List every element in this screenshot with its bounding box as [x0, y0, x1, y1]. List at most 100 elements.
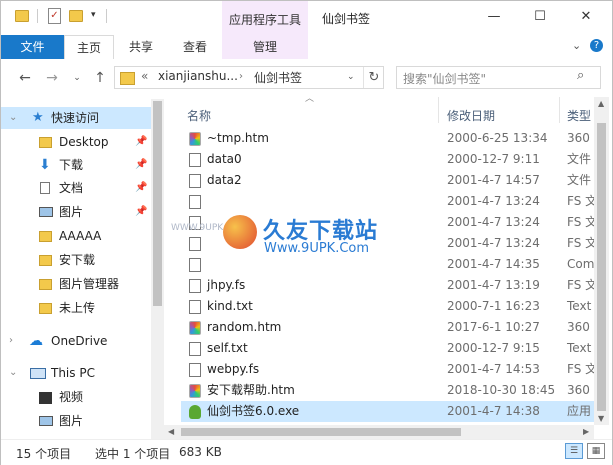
- nav-item-downloads[interactable]: ⬇ 下载 📌: [1, 154, 151, 176]
- table-row[interactable]: data2 2001-4-7 14:57 文件: [181, 170, 601, 191]
- file-date: 2001-4-7 13:24: [447, 194, 540, 208]
- pin-icon[interactable]: 📌: [135, 177, 147, 199]
- file-icon: [189, 300, 201, 314]
- new-folder-icon[interactable]: [69, 10, 83, 22]
- tab-home[interactable]: 主页: [64, 35, 114, 59]
- minimize-button[interactable]: —: [479, 7, 509, 27]
- table-row[interactable]: webpy.fs 2001-4-7 14:53 FS 文: [181, 359, 601, 380]
- file-type: Text: [567, 299, 592, 313]
- chevron-down-icon[interactable]: ⌄: [572, 39, 581, 52]
- tab-manage[interactable]: 管理: [222, 35, 308, 59]
- chevron-right-icon[interactable]: ›: [9, 330, 13, 352]
- close-button[interactable]: ✕: [571, 7, 601, 27]
- customize-quick-access-icon[interactable]: ▾: [91, 10, 96, 20]
- browser-file-icon: [189, 321, 201, 335]
- address-bar[interactable]: [114, 66, 384, 89]
- breadcrumb-segment-current[interactable]: 仙剑书签: [254, 69, 302, 86]
- file-date: 2018-10-30 18:45: [447, 383, 556, 397]
- tab-view[interactable]: 查看: [173, 35, 217, 59]
- nav-item-desktop[interactable]: Desktop 📌: [1, 131, 151, 153]
- column-header-date[interactable]: 修改日期: [447, 107, 495, 124]
- nav-onedrive[interactable]: › ☁ OneDrive: [1, 330, 151, 352]
- table-row[interactable]: ~tmp.htm 2000-6-25 13:34 360 se: [181, 128, 607, 149]
- refresh-icon[interactable]: ↻: [363, 67, 384, 88]
- vertical-scrollbar-thumb[interactable]: [597, 123, 606, 411]
- cloud-icon: ☁: [29, 333, 43, 349]
- nav-item-aaaaa[interactable]: AAAAA: [1, 225, 151, 247]
- table-row[interactable]: random.htm 2017-6-1 10:27 360 se: [181, 317, 607, 338]
- file-type: FS 文: [567, 236, 598, 250]
- table-row[interactable]: 2001-4-7 14:35 Com: [181, 254, 601, 275]
- tab-file[interactable]: 文件: [1, 35, 64, 59]
- scroll-up-icon[interactable]: ▲: [598, 99, 604, 108]
- recent-locations-icon[interactable]: ⌄: [68, 69, 86, 87]
- table-row[interactable]: 仙剑书签6.0.exe 2001-4-7 14:38 应用: [181, 401, 601, 422]
- file-name: data2: [207, 173, 242, 187]
- chevron-down-icon[interactable]: ⌄: [9, 107, 17, 129]
- nav-label: 快速访问: [51, 111, 100, 125]
- nav-item-picture-manager[interactable]: 图片管理器: [1, 273, 151, 295]
- tab-share[interactable]: 共享: [119, 35, 163, 59]
- chevron-down-icon[interactable]: ⌄: [9, 362, 17, 384]
- file-name: jhpy.fs: [207, 278, 246, 292]
- nav-item-anxiazai[interactable]: 安下载: [1, 249, 151, 271]
- status-item-count: 15 个项目: [16, 447, 72, 461]
- maximize-button[interactable]: ☐: [525, 7, 555, 27]
- nav-item-not-uploaded[interactable]: 未上传: [1, 297, 151, 319]
- nav-label: 下载: [59, 158, 84, 172]
- file-icon: [189, 237, 201, 251]
- file-date: 2017-6-1 10:27: [447, 320, 540, 334]
- pin-icon[interactable]: 📌: [135, 154, 147, 176]
- nav-label: 未上传: [59, 301, 96, 315]
- folder-icon[interactable]: [15, 10, 29, 22]
- scroll-right-icon[interactable]: ▶: [583, 427, 589, 436]
- nav-scrollbar-thumb[interactable]: [153, 101, 162, 306]
- table-row[interactable]: self.txt 2000-12-7 9:15 Text: [181, 338, 601, 359]
- scroll-left-icon[interactable]: ◀: [168, 427, 174, 436]
- column-header-type[interactable]: 类型: [567, 107, 591, 124]
- large-icons-view-icon[interactable]: ▦: [587, 443, 605, 459]
- file-name: webpy.fs: [207, 362, 260, 376]
- table-row[interactable]: jhpy.fs 2001-4-7 13:19 FS 文: [181, 275, 601, 296]
- breadcrumb-segment[interactable]: xianjianshu...: [158, 69, 238, 83]
- download-icon: ⬇: [39, 157, 51, 173]
- file-type: FS 文: [567, 278, 598, 292]
- address-overflow[interactable]: «: [141, 69, 148, 83]
- help-icon[interactable]: ?: [590, 39, 603, 52]
- column-divider[interactable]: [438, 97, 439, 123]
- status-bar: [1, 439, 612, 465]
- nav-item-pictures[interactable]: 图片 📌: [1, 201, 151, 223]
- table-row[interactable]: 2001-4-7 13:24 FS 文: [181, 191, 601, 212]
- pin-icon[interactable]: 📌: [135, 201, 147, 223]
- nav-item-documents[interactable]: 文档 📌: [1, 177, 151, 199]
- table-row[interactable]: 安下载帮助.htm 2018-10-30 18:45 360 se: [181, 380, 607, 401]
- forward-arrow-icon[interactable]: →: [43, 69, 61, 87]
- table-row[interactable]: kind.txt 2000-7-1 16:23 Text: [181, 296, 601, 317]
- file-icon: [189, 279, 201, 293]
- search-icon[interactable]: ⌕: [577, 68, 584, 83]
- properties-icon[interactable]: ✓: [48, 8, 61, 24]
- file-date: 2001-4-7 13:19: [447, 278, 540, 292]
- scroll-down-icon[interactable]: ▼: [598, 414, 604, 423]
- nav-item-videos[interactable]: 视频: [1, 386, 151, 408]
- column-header-name[interactable]: 名称: [187, 107, 211, 124]
- up-arrow-icon[interactable]: ↑: [91, 69, 109, 87]
- breadcrumb-separator-icon[interactable]: ›: [239, 71, 243, 82]
- file-type: 应用: [567, 404, 592, 418]
- horizontal-scrollbar-thumb[interactable]: [181, 428, 461, 436]
- details-view-icon[interactable]: ☰: [565, 443, 583, 459]
- pin-icon[interactable]: 📌: [135, 131, 147, 153]
- folder-icon: [39, 137, 52, 148]
- folder-icon: [39, 303, 52, 314]
- nav-this-pc[interactable]: ⌄ This PC: [1, 362, 151, 384]
- file-date: 2001-4-7 14:38: [447, 404, 540, 418]
- column-divider[interactable]: [559, 97, 560, 123]
- watermark-url: Www.9UPK.Com: [264, 241, 370, 256]
- nav-label: 图片管理器: [59, 277, 120, 291]
- pictures-icon: [39, 207, 53, 217]
- address-history-icon[interactable]: ⌄: [347, 72, 355, 82]
- nav-item-pc-pictures[interactable]: 图片: [1, 410, 151, 432]
- nav-quick-access[interactable]: ⌄ ★ 快速访问: [1, 107, 151, 129]
- back-arrow-icon[interactable]: ←: [16, 69, 34, 87]
- table-row[interactable]: data0 2000-12-7 9:11 文件: [181, 149, 601, 170]
